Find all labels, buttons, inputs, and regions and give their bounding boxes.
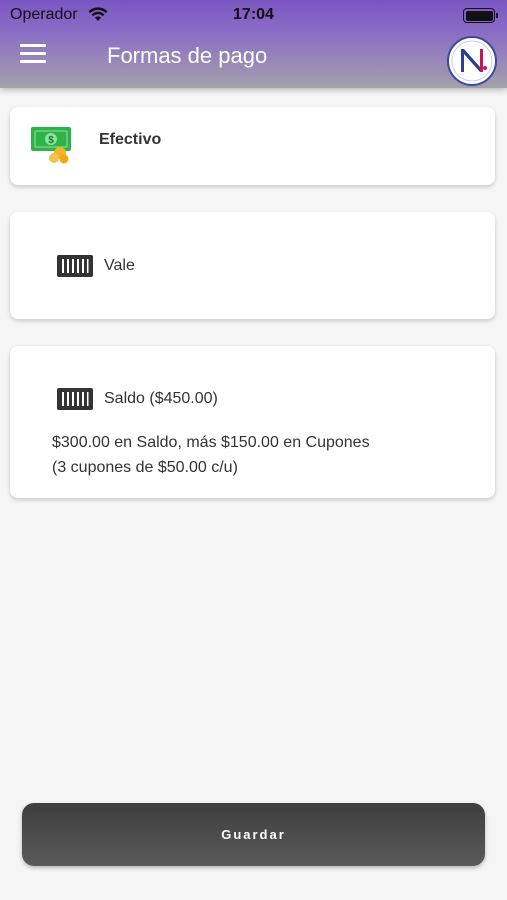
payment-option-vale[interactable]: Vale xyxy=(10,212,495,319)
page-title: Formas de pago xyxy=(107,43,268,68)
payment-label-vale: Vale xyxy=(104,257,135,274)
app-header: Operador 17:04 Formas de pago xyxy=(0,0,507,88)
payment-label-saldo: Saldo ($450.00) xyxy=(104,390,218,407)
clock: 17:04 xyxy=(233,6,274,23)
svg-text:$: $ xyxy=(48,135,54,146)
save-button[interactable]: Guardar xyxy=(22,803,485,866)
saldo-description-line: $300.00 en Saldo, más $150.00 en Cupones xyxy=(52,434,370,451)
saldo-description: $300.00 en Saldo, más $150.00 en Cupones… xyxy=(52,430,370,480)
saldo-description-line: (3 cupones de $50.00 c/u) xyxy=(52,459,238,476)
cash-icon: $ xyxy=(30,125,74,170)
app-logo-icon xyxy=(447,36,497,86)
battery-icon xyxy=(463,8,498,23)
payment-label-efectivo: Efectivo xyxy=(99,131,162,148)
hamburger-menu-icon[interactable] xyxy=(20,44,46,66)
barcode-icon xyxy=(57,388,93,415)
payment-option-saldo[interactable]: Saldo ($450.00) $300.00 en Saldo, más $1… xyxy=(10,346,495,498)
status-bar: Operador 17:04 xyxy=(0,0,507,30)
barcode-icon xyxy=(57,255,93,282)
payment-option-efectivo[interactable]: $ Efectivo xyxy=(10,107,495,185)
